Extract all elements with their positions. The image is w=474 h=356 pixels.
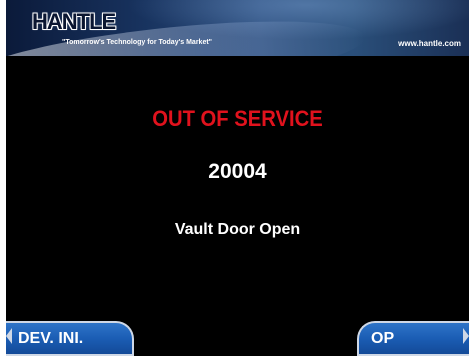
error-code: 20004	[208, 160, 267, 183]
op-button[interactable]: OP	[357, 321, 469, 356]
atm-screen: HANTLE "Tomorrow's Technology for Today'…	[6, 0, 469, 356]
dev-ini-button-label: DEV. INI.	[18, 329, 84, 347]
hantle-logo: HANTLE	[32, 9, 116, 34]
right-key-notch	[463, 328, 469, 344]
website-label: www.hantle.com	[398, 39, 461, 48]
header-banner: HANTLE "Tomorrow's Technology for Today'…	[6, 0, 469, 56]
op-button-label: OP	[371, 329, 395, 347]
tagline: "Tomorrow's Technology for Today's Marke…	[62, 39, 212, 46]
left-key-notch	[6, 328, 12, 344]
out-of-service-title: OUT OF SERVICE	[152, 106, 323, 131]
error-message: Vault Door Open	[174, 221, 301, 238]
dev-ini-button[interactable]: DEV. INI.	[6, 321, 134, 356]
